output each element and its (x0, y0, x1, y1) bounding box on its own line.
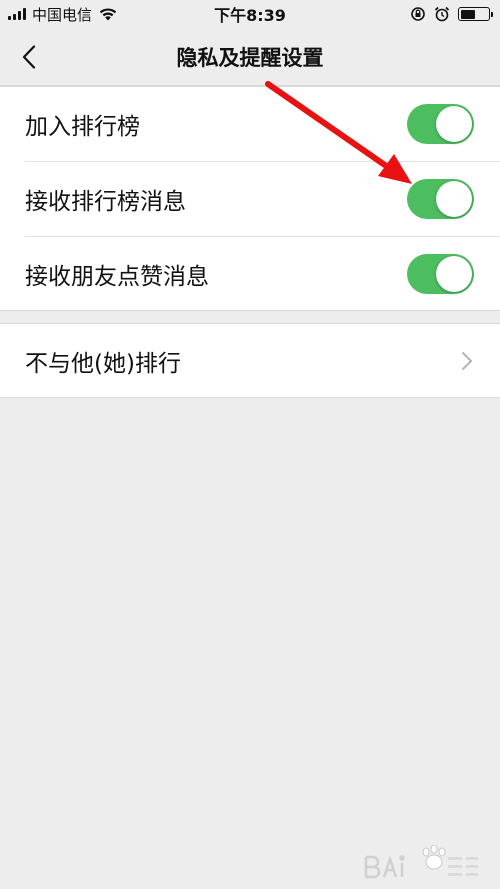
rotation-lock-icon (411, 7, 425, 21)
setting-label: 接收朋友点赞消息 (25, 264, 209, 290)
setting-label: 接收排行榜消息 (25, 189, 186, 215)
setting-join-leaderboard[interactable]: 加入排行榜 (0, 87, 500, 161)
setting-receive-leaderboard-messages[interactable]: 接收排行榜消息 (0, 162, 500, 236)
setting-label: 不与他(她)排行 (25, 351, 181, 377)
status-bar: 中国电信 下午8:39 (0, 0, 500, 28)
alarm-icon (434, 6, 450, 22)
navigation-bar: 隐私及提醒设置 (0, 28, 500, 86)
status-right (410, 0, 493, 28)
setting-receive-like-messages[interactable]: 接收朋友点赞消息 (0, 237, 500, 311)
battery-level (460, 9, 476, 19)
setting-exclude-from-ranking[interactable]: 不与他(她)排行 (0, 324, 500, 398)
toggle-settings-group: 加入排行榜 接收排行榜消息 接收朋友点赞消息 (0, 86, 500, 311)
red-arrow-annotation (265, 81, 412, 184)
page-title: 隐私及提醒设置 (176, 45, 324, 70)
toggle-knob (436, 256, 472, 292)
baidu-watermark-logo (364, 845, 478, 879)
toggle-knob (436, 181, 472, 217)
battery-icon (458, 7, 493, 21)
setting-label: 加入排行榜 (25, 114, 140, 140)
receive-like-messages-toggle[interactable] (407, 254, 474, 294)
toggle-knob (436, 106, 472, 142)
chevron-right-icon (462, 352, 472, 370)
ranking-exclusion-group: 不与他(她)排行 (0, 323, 500, 398)
